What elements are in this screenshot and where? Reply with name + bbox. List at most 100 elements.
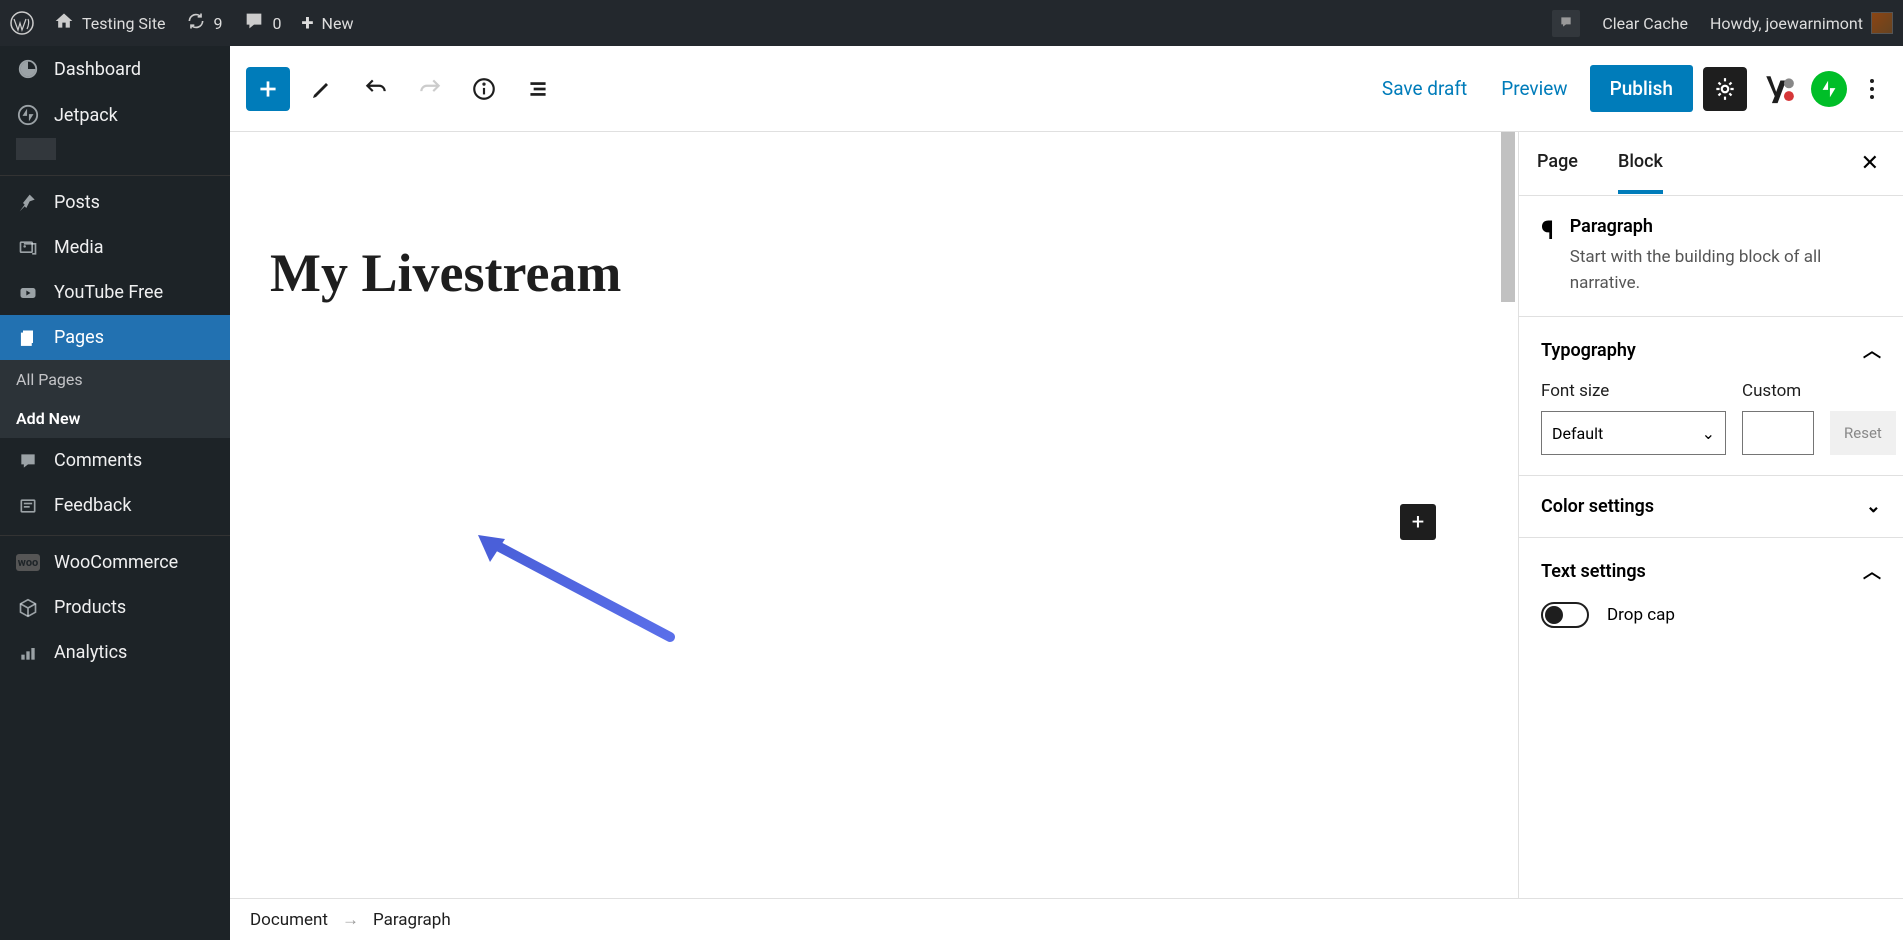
home-icon xyxy=(54,11,74,35)
sidebar-separator xyxy=(0,528,230,536)
sidebar-item-comments[interactable]: Comments xyxy=(0,438,230,483)
feedback-icon xyxy=(16,496,40,516)
sidebar-item-posts[interactable]: Posts xyxy=(0,180,230,225)
refresh-icon xyxy=(186,11,206,35)
sidebar-item-jetpack[interactable]: Jetpack xyxy=(0,92,230,138)
updates-link[interactable]: 9 xyxy=(186,11,223,35)
sidebar-item-media[interactable]: Media xyxy=(0,225,230,270)
dashboard-icon xyxy=(16,58,40,80)
jetpack-icon xyxy=(16,104,40,126)
paragraph-icon: ¶ xyxy=(1541,216,1554,246)
sidebar-label: Media xyxy=(54,237,104,258)
yoast-button[interactable] xyxy=(1757,67,1801,111)
page-title-input[interactable] xyxy=(270,242,1478,304)
sidebar-item-youtube[interactable]: YouTube Free xyxy=(0,270,230,315)
undo-button[interactable] xyxy=(354,67,398,111)
drop-cap-label: Drop cap xyxy=(1607,605,1675,625)
pages-icon xyxy=(16,328,40,348)
sidebar-blank xyxy=(0,138,230,168)
block-breadcrumb: Document → Paragraph xyxy=(230,898,1903,940)
sidebar-sub-allpages[interactable]: All Pages xyxy=(0,360,230,399)
text-settings-toggle[interactable]: Text settings ︿ xyxy=(1541,558,1881,584)
text-settings-section: Text settings ︿ Drop cap xyxy=(1519,538,1903,648)
sidebar-submenu-pages: All Pages Add New xyxy=(0,360,230,438)
reset-button[interactable]: Reset xyxy=(1830,411,1896,455)
typography-section: Typography ︿ Font size Default ⌄ Custom xyxy=(1519,317,1903,476)
publish-button[interactable]: Publish xyxy=(1590,65,1693,112)
sidebar-item-feedback[interactable]: Feedback xyxy=(0,483,230,528)
color-settings-label: Color settings xyxy=(1541,496,1654,517)
breadcrumb-block[interactable]: Paragraph xyxy=(373,910,451,930)
sidebar-label: Comments xyxy=(54,450,142,471)
sidebar-separator xyxy=(0,168,230,176)
typography-toggle[interactable]: Typography ︿ xyxy=(1541,337,1881,363)
settings-button[interactable] xyxy=(1703,67,1747,111)
editor-body: + Page Block ✕ ¶ Paragraph Start with th… xyxy=(230,132,1903,898)
color-settings-toggle[interactable]: Color settings ⌄ xyxy=(1541,496,1881,517)
sidebar-item-woocommerce[interactable]: woo WooCommerce xyxy=(0,540,230,585)
close-panel-button[interactable]: ✕ xyxy=(1855,145,1885,182)
site-name-link[interactable]: Testing Site xyxy=(54,11,166,35)
comments-count: 0 xyxy=(273,14,282,33)
chevron-down-icon: ⌄ xyxy=(1702,424,1715,443)
sidebar-item-dashboard[interactable]: Dashboard xyxy=(0,46,230,92)
edit-mode-button[interactable] xyxy=(300,67,344,111)
media-icon xyxy=(16,238,40,258)
wordpress-icon xyxy=(10,11,34,35)
add-block-button[interactable] xyxy=(246,67,290,111)
youtube-icon xyxy=(16,283,40,303)
typography-label: Typography xyxy=(1541,340,1636,361)
sidebar-sub-addnew[interactable]: Add New xyxy=(0,399,230,438)
info-button[interactable] xyxy=(462,67,506,111)
user-avatar xyxy=(1871,12,1893,34)
font-size-value: Default xyxy=(1552,424,1603,443)
more-options-button[interactable] xyxy=(1857,71,1887,107)
updates-count: 9 xyxy=(214,14,223,33)
add-block-inline-button[interactable]: + xyxy=(1400,504,1436,540)
drop-cap-toggle[interactable] xyxy=(1541,602,1589,628)
howdy-account[interactable]: Howdy, joewarnimont xyxy=(1710,12,1893,34)
pin-icon xyxy=(16,193,40,213)
sidebar-label: Feedback xyxy=(54,495,131,516)
breadcrumb-document[interactable]: Document xyxy=(250,910,328,930)
font-size-select[interactable]: Default ⌄ xyxy=(1541,411,1726,455)
breadcrumb-arrow-icon: → xyxy=(342,910,359,930)
tab-block[interactable]: Block xyxy=(1618,133,1663,194)
sidebar-label: Analytics xyxy=(54,642,127,663)
panel-tabs: Page Block ✕ xyxy=(1519,132,1903,196)
editor: Save draft Preview Publish + Pag xyxy=(230,46,1903,940)
jetpack-button[interactable] xyxy=(1811,71,1847,107)
sidebar-item-products[interactable]: Products xyxy=(0,585,230,630)
sidebar-label: Posts xyxy=(54,192,100,213)
font-size-label: Font size xyxy=(1541,381,1726,401)
annotation-arrow xyxy=(470,527,690,647)
howdy-label: Howdy, joewarnimont xyxy=(1710,14,1863,33)
tab-page[interactable]: Page xyxy=(1537,133,1578,194)
comment-icon xyxy=(16,451,40,471)
custom-font-size-input[interactable] xyxy=(1742,411,1814,455)
redo-button[interactable] xyxy=(408,67,452,111)
wp-logo[interactable] xyxy=(10,11,34,35)
comments-bubble[interactable]: 0 xyxy=(243,10,282,36)
sidebar-label: Dashboard xyxy=(54,59,141,80)
preview-button[interactable]: Preview xyxy=(1489,67,1579,110)
notice-icon-button[interactable] xyxy=(1552,10,1580,37)
color-settings-section: Color settings ⌄ xyxy=(1519,476,1903,538)
block-name: Paragraph xyxy=(1570,216,1881,237)
block-description: Start with the building block of all nar… xyxy=(1570,245,1881,296)
chevron-up-icon: ︿ xyxy=(1863,558,1881,584)
new-content[interactable]: + New xyxy=(302,11,354,36)
outline-button[interactable] xyxy=(516,67,560,111)
sidebar-label: Products xyxy=(54,597,126,618)
custom-label: Custom xyxy=(1742,381,1814,401)
sidebar-label: WooCommerce xyxy=(54,552,178,573)
comment-icon xyxy=(243,10,265,36)
woocommerce-icon: woo xyxy=(16,554,40,571)
editor-canvas[interactable]: + xyxy=(230,132,1518,898)
sidebar-item-analytics[interactable]: Analytics xyxy=(0,630,230,675)
analytics-icon xyxy=(16,643,40,663)
save-draft-button[interactable]: Save draft xyxy=(1370,67,1479,110)
sidebar-item-pages[interactable]: Pages xyxy=(0,315,230,360)
clear-cache-link[interactable]: Clear Cache xyxy=(1602,14,1688,33)
settings-panel: Page Block ✕ ¶ Paragraph Start with the … xyxy=(1518,132,1903,898)
